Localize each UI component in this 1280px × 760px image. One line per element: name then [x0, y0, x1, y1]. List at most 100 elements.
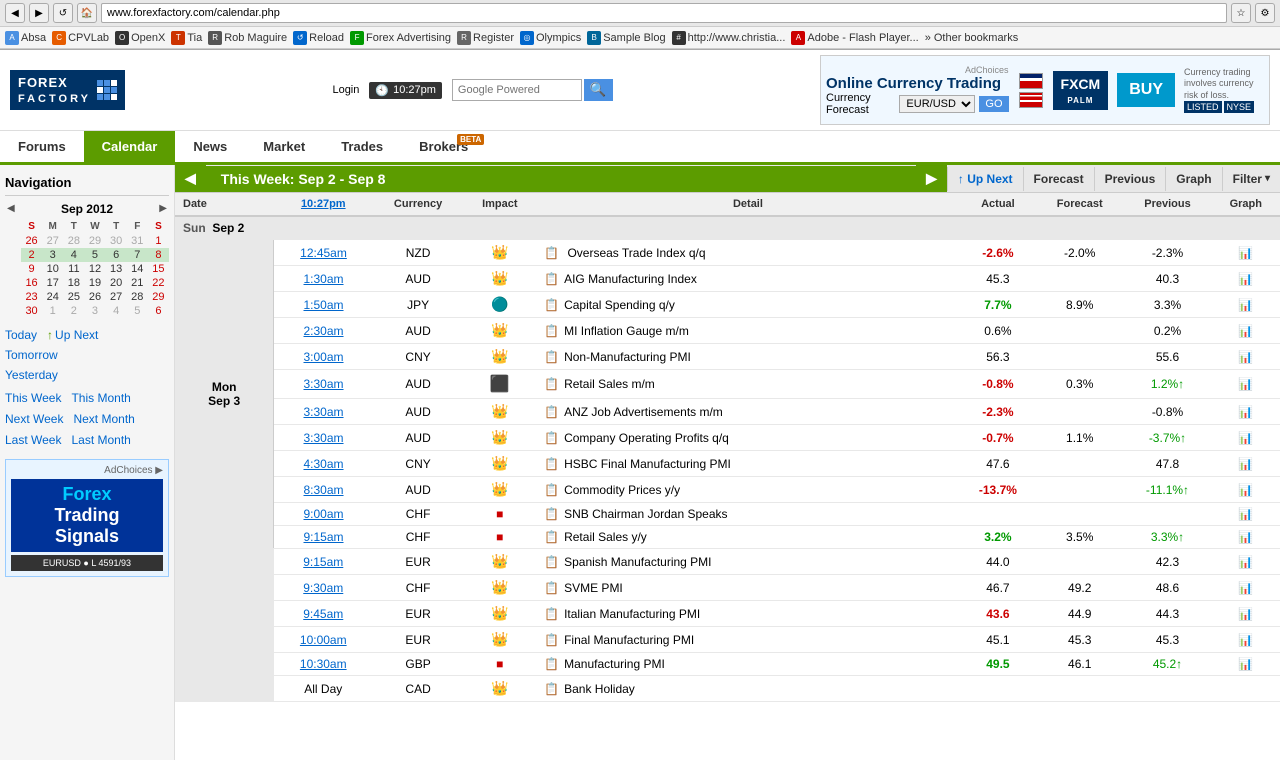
- tomorrow-link[interactable]: Tomorrow: [5, 346, 169, 364]
- cal-cell[interactable]: 29: [148, 290, 169, 304]
- graph-icon[interactable]: 📊: [1238, 431, 1253, 445]
- cal-cell[interactable]: 6: [148, 304, 169, 318]
- bookmark-openx[interactable]: O OpenX: [115, 31, 165, 45]
- cal-cell[interactable]: 24: [42, 290, 63, 304]
- up-next-action-button[interactable]: ↑ Up Next: [947, 167, 1023, 191]
- time-link[interactable]: 9:15am: [304, 530, 344, 544]
- graph-icon[interactable]: 📊: [1238, 607, 1253, 621]
- forward-button[interactable]: ▶: [29, 3, 49, 23]
- bookmark-other[interactable]: » Other bookmarks: [925, 32, 1019, 44]
- cal-cell[interactable]: 27: [42, 234, 63, 248]
- bookmark-absa[interactable]: A Absa: [5, 31, 46, 45]
- today-link[interactable]: Today: [5, 326, 37, 344]
- this-week-link[interactable]: This Week: [5, 389, 61, 407]
- nav-trades[interactable]: Trades: [323, 131, 401, 162]
- previous-action-button[interactable]: Previous: [1094, 167, 1166, 191]
- time-link[interactable]: 4:30am: [304, 457, 344, 471]
- week-num-3[interactable]: [5, 262, 21, 276]
- bookmark-register[interactable]: R Register: [457, 31, 514, 45]
- search-button[interactable]: 🔍: [584, 79, 613, 101]
- last-month-link[interactable]: Last Month: [71, 431, 130, 449]
- search-input[interactable]: [452, 79, 582, 101]
- week-num-1[interactable]: [5, 234, 21, 248]
- bookmark-tia[interactable]: T Tia: [171, 31, 202, 45]
- site-logo[interactable]: FOREXFACTORY: [10, 70, 125, 110]
- detail-icon[interactable]: 📋: [544, 405, 559, 419]
- time-link[interactable]: 3:00am: [304, 350, 344, 364]
- cal-cell[interactable]: 22: [148, 276, 169, 290]
- bookmark-reload[interactable]: ↺ Reload: [293, 31, 344, 45]
- cal-cell[interactable]: 31: [127, 234, 148, 248]
- graph-icon[interactable]: 📊: [1238, 483, 1253, 497]
- time-link[interactable]: 9:45am: [303, 607, 343, 621]
- graph-icon[interactable]: 📊: [1238, 633, 1253, 647]
- time-link[interactable]: 10:30am: [300, 657, 347, 671]
- detail-icon[interactable]: 📋: [544, 581, 559, 595]
- cal-next-week-button[interactable]: ▶: [916, 165, 947, 192]
- filter-button[interactable]: Filter ▾: [1222, 167, 1280, 191]
- cal-cell[interactable]: 26: [21, 234, 42, 248]
- cal-prev-button[interactable]: ◀: [5, 201, 17, 216]
- event-graph[interactable]: 📊: [1212, 477, 1280, 503]
- cal-cell[interactable]: 28: [127, 290, 148, 304]
- ad-go-button[interactable]: GO: [979, 96, 1008, 112]
- cal-cell[interactable]: 19: [84, 276, 105, 290]
- event-graph[interactable]: 📊: [1212, 425, 1280, 451]
- back-button[interactable]: ◀: [5, 3, 25, 23]
- bookmark-adobe[interactable]: A Adobe - Flash Player...: [791, 31, 918, 45]
- time-link[interactable]: 3:30am: [304, 431, 344, 445]
- nav-market[interactable]: Market: [245, 131, 323, 162]
- graph-icon[interactable]: 📊: [1238, 457, 1253, 471]
- week-num-2[interactable]: [5, 248, 21, 262]
- cal-cell[interactable]: 9: [21, 262, 42, 276]
- detail-icon[interactable]: 📋: [544, 324, 559, 338]
- detail-icon[interactable]: 📋: [544, 530, 559, 544]
- tools-button[interactable]: ⚙: [1255, 3, 1275, 23]
- event-graph[interactable]: 📊: [1212, 526, 1280, 549]
- graph-icon[interactable]: 📊: [1238, 272, 1253, 286]
- detail-icon[interactable]: 📋: [544, 607, 559, 621]
- bookmark-rob[interactable]: R Rob Maguire: [208, 31, 287, 45]
- next-week-link[interactable]: Next Week: [5, 410, 63, 428]
- cal-cell[interactable]: 16: [21, 276, 42, 290]
- cal-prev-week-button[interactable]: ◀: [175, 165, 206, 192]
- event-graph[interactable]: 📊: [1212, 240, 1280, 266]
- graph-icon[interactable]: 📊: [1238, 405, 1253, 419]
- event-graph[interactable]: 📊: [1212, 318, 1280, 344]
- detail-icon[interactable]: 📋: [544, 350, 559, 364]
- event-graph[interactable]: 📊: [1212, 344, 1280, 370]
- cal-cell[interactable]: 17: [42, 276, 63, 290]
- cal-cell[interactable]: 18: [63, 276, 84, 290]
- cal-cell[interactable]: 1: [148, 234, 169, 248]
- graph-action-button[interactable]: Graph: [1165, 167, 1221, 191]
- cal-cell[interactable]: 29: [84, 234, 105, 248]
- time-link[interactable]: 9:00am: [304, 507, 344, 521]
- cal-cell[interactable]: 28: [63, 234, 84, 248]
- time-link[interactable]: 8:30am: [304, 483, 344, 497]
- cal-cell[interactable]: 2: [63, 304, 84, 318]
- nav-forums[interactable]: Forums: [0, 131, 84, 162]
- time-link[interactable]: 3:30am: [304, 405, 344, 419]
- cal-cell[interactable]: 15: [148, 262, 169, 276]
- this-month-link[interactable]: This Month: [71, 389, 130, 407]
- detail-icon[interactable]: 📋: [544, 682, 559, 696]
- cal-cell[interactable]: 3: [42, 248, 63, 262]
- detail-icon[interactable]: 📋: [544, 633, 559, 647]
- bookmark-olympics[interactable]: ◎ Olympics: [520, 31, 581, 45]
- home-button[interactable]: 🏠: [77, 3, 97, 23]
- cal-cell[interactable]: 1: [42, 304, 63, 318]
- graph-icon[interactable]: 📊: [1238, 555, 1253, 569]
- cal-cell[interactable]: 12: [84, 262, 105, 276]
- graph-icon[interactable]: 📊: [1238, 507, 1253, 521]
- graph-icon[interactable]: 📊: [1238, 581, 1253, 595]
- cal-cell[interactable]: 11: [63, 262, 84, 276]
- cal-cell[interactable]: 26: [84, 290, 105, 304]
- event-graph[interactable]: 📊: [1212, 503, 1280, 526]
- bookmark-christia[interactable]: # http://www.christia...: [672, 31, 786, 45]
- address-bar[interactable]: [101, 3, 1227, 23]
- col-time[interactable]: 10:27pm: [274, 193, 373, 216]
- event-graph[interactable]: 📊: [1212, 266, 1280, 292]
- nav-news[interactable]: News: [175, 131, 245, 162]
- event-graph[interactable]: 📊: [1212, 370, 1280, 399]
- event-graph[interactable]: 📊: [1212, 653, 1280, 676]
